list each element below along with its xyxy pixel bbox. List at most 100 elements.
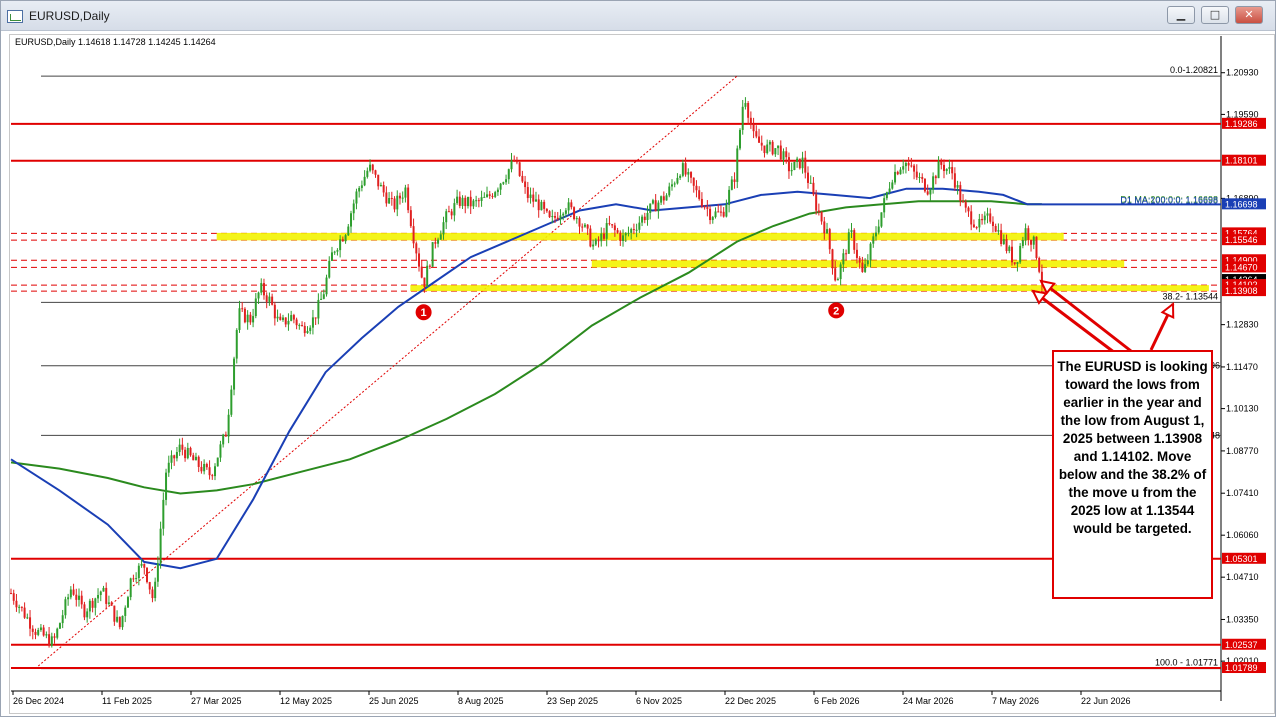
- candle-body: [997, 230, 1000, 232]
- candle-body: [962, 201, 965, 203]
- candle-body: [344, 235, 347, 242]
- annotation-text: The EURUSD is looking toward the lows fr…: [1057, 359, 1208, 536]
- candle-body: [339, 239, 342, 251]
- candle-body: [97, 594, 100, 599]
- y-tick-label: 1.08770: [1226, 446, 1259, 456]
- candle-body: [282, 317, 285, 320]
- candle-body: [828, 229, 831, 250]
- candle-body: [132, 578, 135, 580]
- candle-body: [135, 578, 138, 580]
- price-label: 1.19286: [1225, 119, 1258, 129]
- candle-body: [330, 252, 333, 261]
- candle-body: [379, 184, 382, 187]
- fibonacci-level-label: 100.0 - 1.01771: [1155, 658, 1218, 668]
- candle-body: [981, 218, 984, 221]
- candle-body: [904, 163, 907, 167]
- candle-body: [295, 319, 298, 326]
- candle-body: [551, 215, 554, 218]
- candle-body: [67, 597, 70, 600]
- candle-body: [265, 295, 268, 302]
- candle-body: [393, 198, 396, 210]
- candle-body: [752, 124, 755, 132]
- candle-body: [554, 215, 557, 218]
- candle-body: [279, 316, 282, 320]
- candle-body: [796, 158, 799, 162]
- candle-body: [257, 292, 260, 299]
- candle-body: [64, 599, 67, 616]
- ma100-label: D1 MA:100:0:0: 1.16698: [1120, 195, 1218, 205]
- candle-body: [970, 211, 973, 225]
- x-tick-label: 22 Dec 2025: [725, 696, 776, 706]
- candle-body: [377, 174, 380, 187]
- candle-body: [668, 186, 671, 196]
- candle-body: [1013, 262, 1016, 264]
- candle-body: [959, 185, 962, 202]
- candle-body: [306, 330, 309, 334]
- support-zone: [216, 232, 1064, 241]
- candle-body: [181, 444, 184, 450]
- candle-body: [83, 604, 86, 618]
- candle-body: [390, 197, 393, 199]
- candle-body: [986, 213, 989, 216]
- candle-body: [649, 203, 652, 213]
- candle-body: [420, 266, 423, 278]
- candle-body: [1005, 239, 1008, 252]
- candle-body: [768, 141, 771, 145]
- candle-body: [137, 565, 140, 579]
- candle-body: [529, 194, 532, 199]
- candle-body: [156, 563, 159, 582]
- candle-body: [899, 169, 902, 175]
- candle-body: [1016, 262, 1019, 264]
- candle-body: [760, 142, 763, 146]
- candle-body: [10, 593, 12, 595]
- candle-body: [812, 182, 815, 195]
- candle-body: [477, 200, 480, 202]
- candle-body: [1038, 258, 1041, 272]
- candle-body: [662, 196, 665, 201]
- candle-body: [804, 157, 807, 173]
- price-label: 1.15546: [1225, 235, 1258, 245]
- candle-body: [428, 265, 431, 267]
- candle-body: [461, 197, 464, 206]
- candle-body: [940, 161, 943, 165]
- candle-body: [298, 325, 301, 327]
- candle-body: [638, 222, 641, 230]
- candle-body: [86, 611, 89, 618]
- candle-body: [475, 200, 478, 202]
- candle-body: [434, 242, 437, 244]
- candle-body: [418, 253, 421, 267]
- candle-body: [994, 226, 997, 232]
- candle-body: [366, 170, 369, 177]
- candle-body: [178, 444, 181, 453]
- candle-body: [126, 597, 129, 608]
- candle-body: [934, 176, 937, 179]
- fibonacci-trend-line: [34, 75, 738, 669]
- candle-body: [706, 207, 709, 209]
- candle-body: [858, 257, 861, 263]
- candle-body: [385, 192, 388, 204]
- candle-body: [594, 239, 597, 245]
- candle-body: [347, 226, 350, 236]
- candle-body: [744, 102, 747, 107]
- candle-body: [352, 203, 355, 214]
- candle-body: [676, 177, 679, 184]
- candle-body: [205, 463, 208, 468]
- candle-body: [602, 233, 605, 239]
- marker-label: 2: [833, 305, 839, 317]
- price-label: 1.01789: [1225, 663, 1258, 673]
- candle-body: [118, 616, 121, 628]
- fibonacci-level-label: 38.2- 1.13544: [1162, 291, 1218, 301]
- x-tick-label: 11 Feb 2025: [102, 696, 152, 706]
- price-label: 1.16698: [1225, 199, 1258, 209]
- candle-body: [646, 212, 649, 221]
- candle-body: [456, 196, 459, 204]
- candle-body: [839, 264, 842, 280]
- candle-body: [208, 467, 211, 476]
- candle-body: [396, 195, 399, 210]
- candle-body: [175, 452, 178, 459]
- candle-body: [398, 195, 401, 199]
- candle-body: [102, 587, 105, 592]
- candle-body: [303, 325, 306, 334]
- x-tick-label: 6 Feb 2026: [814, 696, 860, 706]
- candle-body: [374, 170, 377, 175]
